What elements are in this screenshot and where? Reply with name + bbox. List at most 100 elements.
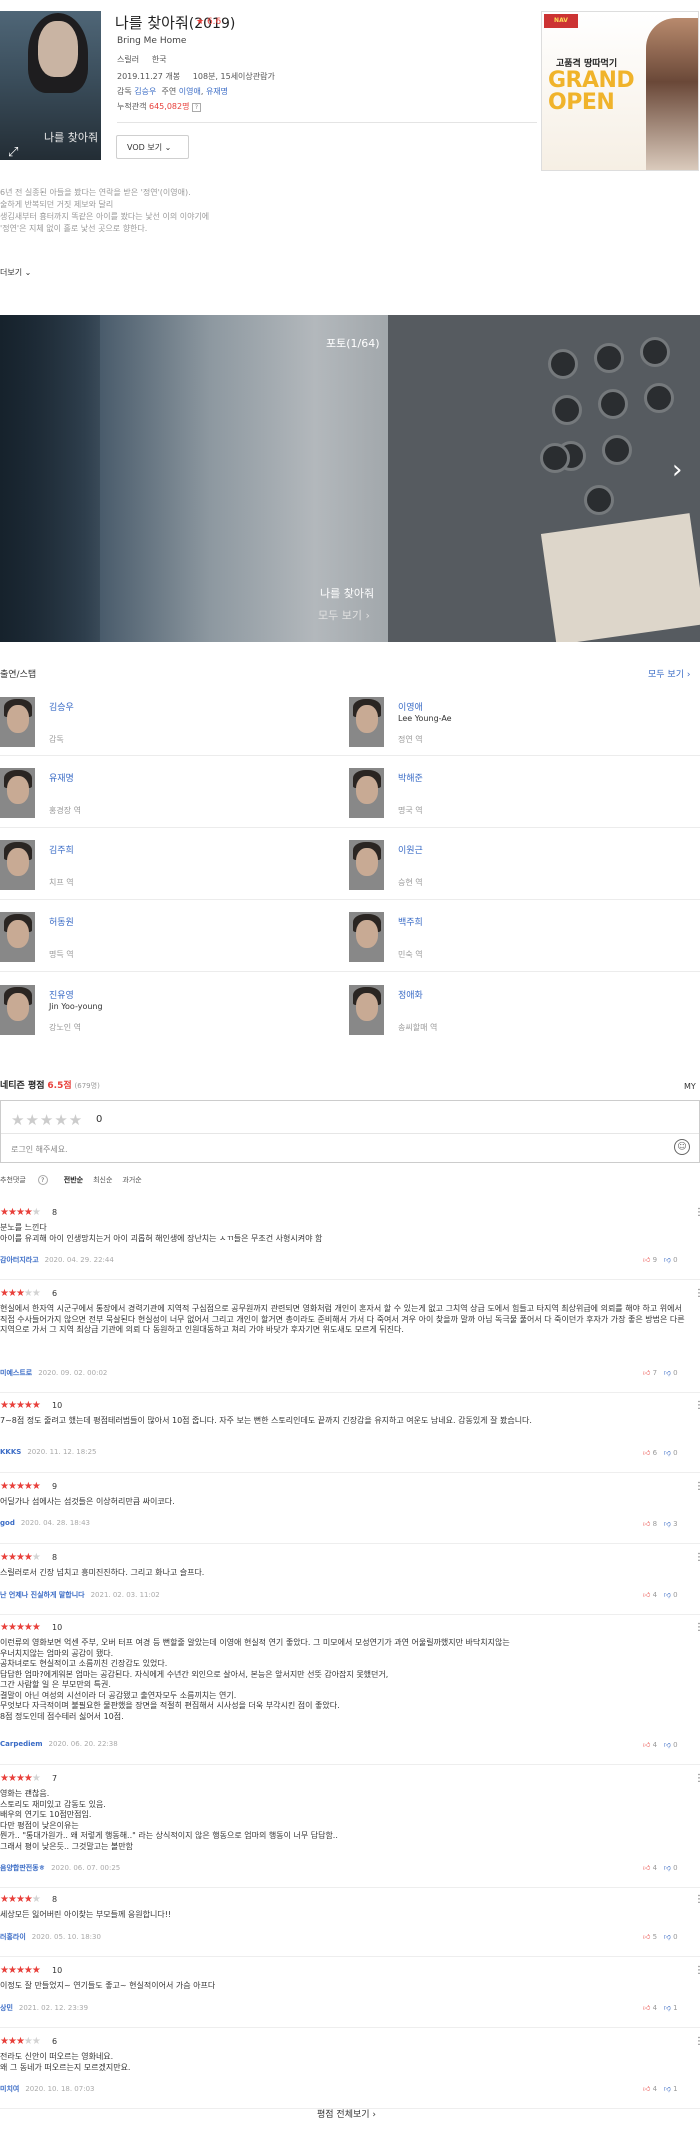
downvote-count: 0 <box>673 1741 678 1749</box>
cast-item[interactable]: 유재명 홍경장 역 <box>0 768 330 828</box>
thumbs-down-icon[interactable]: 👎︎ <box>664 1933 671 1941</box>
star-icon: ★ <box>15 1894 25 1905</box>
review-date: 2020. 11. 12. 18:25 <box>27 1448 97 1456</box>
review-item: ★★★★★ 10 ⋮ 이정도 잘 만들었지~ 연기들도 좋고~ 현실적이어서 가슴 아… <box>0 1965 700 2021</box>
header-divider <box>117 122 537 123</box>
thumbs-down-icon[interactable]: 👎︎ <box>664 2004 671 2012</box>
thumbs-up-icon[interactable]: 👍︎ <box>643 2004 650 2012</box>
thumbs-down-icon[interactable]: 👎︎ <box>664 1369 671 1377</box>
thumbs-up-icon[interactable]: 👍︎ <box>643 1741 650 1749</box>
lead-link-2[interactable]: 유재명 <box>206 87 228 96</box>
credits: 감독 김승우 주연 이영애, 유재명 <box>117 87 229 96</box>
thumbs-down-icon[interactable]: 👎︎ <box>664 1256 671 1264</box>
cast-see-all[interactable]: 모두 보기 › <box>648 667 690 680</box>
review-author[interactable]: 미치여 2020. 10. 18. 07:03 <box>0 2084 94 2094</box>
review-text: 전라도 신안이 떠오르는 영화네요. 왜 그 동네가 떠오르는지 모르겠지만요. <box>0 2052 131 2072</box>
sort-overall[interactable]: 전반순 <box>64 1176 83 1184</box>
downvote-count: 0 <box>673 1864 678 1872</box>
cast-item[interactable]: 정애화 송씨할매 역 <box>349 985 679 1045</box>
star-icon: ★ <box>23 2036 33 2047</box>
more-options-icon[interactable]: ⋮ <box>694 1288 700 1299</box>
review-stars: ★★★★★ <box>0 1894 41 1905</box>
review-item: ★★★★★ 9 ⋮ 어딜가나 섬에사는 섬것들은 이상허리만큼 싸이코다. god 202… <box>0 1481 700 1537</box>
director-link[interactable]: 김승우 <box>134 87 156 96</box>
review-text: 스릴러로서 긴장 넘치고 흥미진진하다. 그리고 화나고 슬프다. <box>0 1568 205 1577</box>
photo-see-all[interactable]: 모두 보기 › <box>318 607 370 623</box>
review-score: 10 <box>52 1966 63 1975</box>
sort-recommended[interactable]: 추천댓글? <box>0 1175 54 1185</box>
cast-item[interactable]: 박해준 명국 역 <box>349 768 679 828</box>
thumbs-up-icon[interactable]: 👍︎ <box>643 1369 650 1377</box>
review-author[interactable]: 러홍라이 2020. 05. 10. 18:30 <box>0 1932 101 1942</box>
review-votes: 👍︎ 9 👎︎ 0 <box>643 1255 678 1264</box>
cast-item[interactable]: 이영애 Lee Young-Ae 정연 역 <box>349 697 679 757</box>
photo-button <box>644 383 674 413</box>
thumbs-down-icon[interactable]: 👎︎ <box>664 1449 671 1457</box>
more-link[interactable]: 더보기 ⌄ <box>0 267 31 278</box>
review-author[interactable]: 미예스트로 2020. 09. 02. 00:02 <box>0 1368 107 1378</box>
ad-banner[interactable]: NAV 고품격 땅따먹기 GRAND OPEN <box>541 11 699 171</box>
movie-poster[interactable]: 나를 찾아줘 ⤢ <box>0 11 101 160</box>
more-options-icon[interactable]: ⋮ <box>694 1481 700 1492</box>
cast-item[interactable]: 김주희 치프 역 <box>0 840 330 900</box>
cast-item[interactable]: 백주희 민숙 역 <box>349 912 679 972</box>
thumbs-up-icon[interactable]: 👍︎ <box>643 1591 650 1599</box>
review-votes: 👍︎ 8 👎︎ 3 <box>643 1519 678 1528</box>
thumbs-down-icon[interactable]: 👎︎ <box>664 1864 671 1872</box>
review-input[interactable]: ★★★★★ 0 로그인 해주세요. ☺ <box>0 1100 700 1163</box>
star-icon: ★ <box>31 1622 41 1633</box>
vod-button[interactable]: VOD 보기 ⌄ <box>116 135 189 159</box>
review-author[interactable]: 음양합판전동ㅎ 2020. 06. 07. 00:25 <box>0 1863 120 1873</box>
star-icon: ★ <box>7 1894 17 1905</box>
my-reviews-link[interactable]: MY <box>684 1082 696 1091</box>
thumbs-up-icon[interactable]: 👍︎ <box>643 1449 650 1457</box>
review-author[interactable]: Carpediem 2020. 06. 20. 22:38 <box>0 1740 118 1748</box>
more-options-icon[interactable]: ⋮ <box>694 1207 700 1218</box>
more-options-icon[interactable]: ⋮ <box>694 1400 700 1411</box>
thumbs-up-icon[interactable]: 👍︎ <box>643 1256 650 1264</box>
review-author[interactable]: KKKS 2020. 11. 12. 18:25 <box>0 1448 96 1456</box>
thumbs-up-icon[interactable]: 👍︎ <box>643 1520 650 1528</box>
star-icon: ★ <box>31 1481 41 1492</box>
more-options-icon[interactable]: ⋮ <box>694 1894 700 1905</box>
thumbs-up-icon[interactable]: 👍︎ <box>643 1933 650 1941</box>
genre-country: 스릴러 한국 <box>117 55 167 64</box>
more-options-icon[interactable]: ⋮ <box>694 1552 700 1563</box>
upvote-count: 6 <box>652 1449 658 1457</box>
photo-slideshow[interactable]: 포토(1/64) › 나를 찾아줘 모두 보기 › <box>0 315 700 642</box>
photo-button <box>640 337 670 367</box>
thumbs-up-icon[interactable]: 👍︎ <box>643 2085 650 2093</box>
star-icon: ★ <box>0 1288 9 1299</box>
thumbs-down-icon[interactable]: 👎︎ <box>664 1520 671 1528</box>
chevron-right-icon[interactable]: › <box>672 455 682 485</box>
cast-item[interactable]: 김승우 감독 <box>0 697 330 757</box>
cast-item[interactable]: 이원근 승현 역 <box>349 840 679 900</box>
more-options-icon[interactable]: ⋮ <box>694 1622 700 1633</box>
thumbs-down-icon[interactable]: 👎︎ <box>664 1591 671 1599</box>
thumbs-up-icon[interactable]: 👍︎ <box>643 1864 650 1872</box>
emoji-icon[interactable]: ☺ <box>674 1139 690 1155</box>
lead-link-1[interactable]: 이영애 <box>179 87 201 96</box>
expand-icon[interactable]: ⤢ <box>8 145 18 160</box>
cast-item[interactable]: 진유영 Jin Yoo-young 강노인 역 <box>0 985 330 1045</box>
thumbs-down-icon[interactable]: 👎︎ <box>664 2085 671 2093</box>
all-reviews-link[interactable]: 평점 전체보기 › <box>317 2107 376 2120</box>
review-author[interactable]: 상민 2021. 02. 12. 23:39 <box>0 2003 88 2013</box>
sort-latest[interactable]: 최신순 <box>93 1176 112 1184</box>
review-author[interactable]: 감아터지라고 2020. 04. 29. 22:44 <box>0 1255 114 1265</box>
more-options-icon[interactable]: ⋮ <box>694 1965 700 1976</box>
star-icon: ★ <box>15 1481 25 1492</box>
review-author[interactable]: god 2020. 04. 28. 18:43 <box>0 1519 90 1527</box>
more-options-icon[interactable]: ⋮ <box>694 2036 700 2047</box>
star-icon: ★ <box>196 17 205 27</box>
thumbs-down-icon[interactable]: 👎︎ <box>664 1741 671 1749</box>
rating-value: 0 <box>96 1114 103 1125</box>
review-stars: ★★★★★ <box>0 1552 41 1563</box>
review-author[interactable]: 난 언제나 진실하게 말합니다 2021. 02. 03. 11:02 <box>0 1590 160 1600</box>
more-options-icon[interactable]: ⋮ <box>694 1773 700 1784</box>
sort-oldest[interactable]: 과거순 <box>122 1176 141 1184</box>
rating-stars-input[interactable]: ★★★★★ <box>11 1111 83 1129</box>
downvote-count: 1 <box>673 2085 678 2093</box>
review-placeholder[interactable]: 로그인 해주세요. <box>11 1144 68 1155</box>
cast-item[interactable]: 허동원 명득 역 <box>0 912 330 972</box>
